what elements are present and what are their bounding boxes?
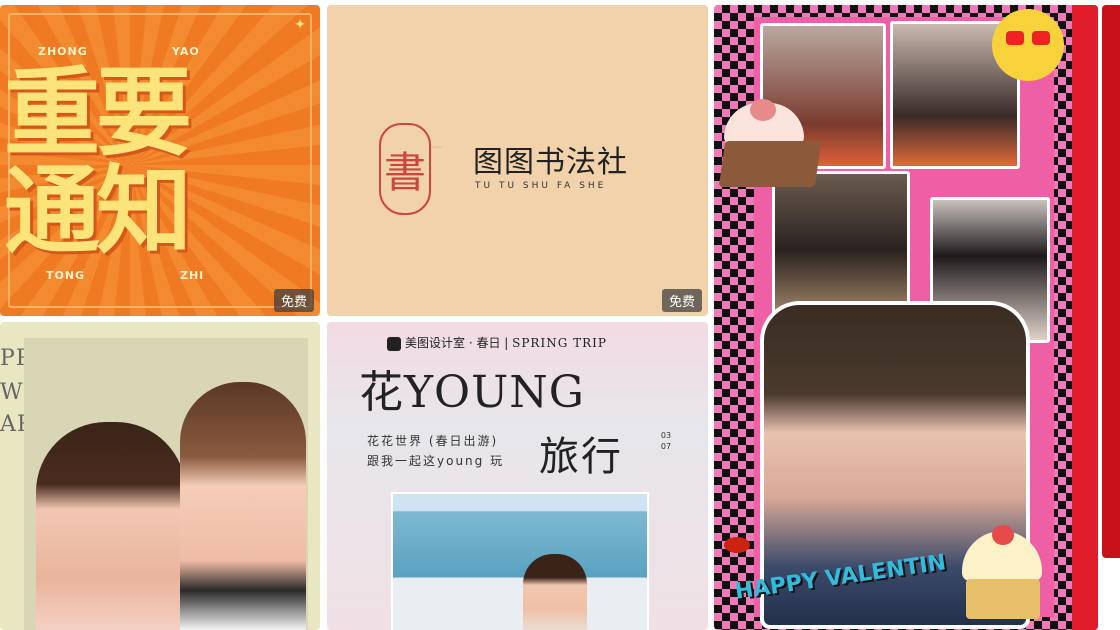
template-card-calligraphy-logo[interactable]: 書 ◦◦◦◦ 图图书法社 TU TU SHU FA SHE 免费 — [327, 5, 708, 316]
headline-line2: 通知 — [4, 155, 192, 267]
main-title: 花YOUNG — [359, 367, 585, 418]
greeting-line2: W — [0, 380, 24, 405]
pin-icon: ✦ — [294, 17, 306, 33]
template-card-photo-collage[interactable]: HAPPY VALENTIN — [714, 5, 1098, 630]
person-photo — [523, 554, 587, 630]
brand-logo-icon — [387, 336, 401, 351]
free-badge: 免费 — [273, 289, 314, 312]
headline-line1: 重要 — [4, 57, 192, 169]
brand-text: 美图设计室 · 春日 | — [405, 336, 509, 350]
template-card-new-year[interactable]: PPY W AR — [0, 322, 320, 630]
pinyin-zhi: ZHI — [180, 269, 205, 282]
person-right — [180, 382, 306, 630]
date-label: 03 07 — [660, 431, 672, 451]
subtitle-line2: 跟我一起这young 玩 — [367, 454, 505, 468]
brand-name: 图图书法社 — [473, 145, 628, 180]
brand-line: 美图设计室 · 春日 | SPRING TRIP — [387, 334, 607, 351]
template-card-spring-trip[interactable]: 美图设计室 · 春日 | SPRING TRIP 花YOUNG 花花世界 (春日… — [327, 322, 708, 630]
person-left — [36, 422, 186, 630]
seal-decoration: ◦◦◦◦ — [431, 145, 443, 151]
lips-icon — [724, 537, 750, 553]
free-badge: 免费 — [661, 289, 702, 312]
cupcake-sticker-icon — [952, 525, 1056, 625]
brand-text-en: SPRING TRIP — [512, 336, 607, 350]
template-card-partial[interactable] — [1102, 5, 1120, 558]
subtitle-line1: 花花世界 (春日出游) — [367, 434, 499, 448]
template-card-important-notice[interactable]: ✦ ZHONG YAO 重要 通知 TONG ZHI 免费 — [0, 5, 320, 316]
seaside-photo — [391, 492, 649, 630]
cupcake-sticker-icon — [716, 99, 828, 195]
brand-pinyin: TU TU SHU FA SHE — [475, 181, 607, 191]
emoji-sunglasses-icon — [992, 9, 1064, 81]
seal-logo: 書 — [379, 123, 431, 215]
collage-red-strip — [1072, 5, 1098, 630]
travel-title: 旅行 — [539, 434, 623, 480]
pinyin-tong: TONG — [46, 269, 86, 282]
